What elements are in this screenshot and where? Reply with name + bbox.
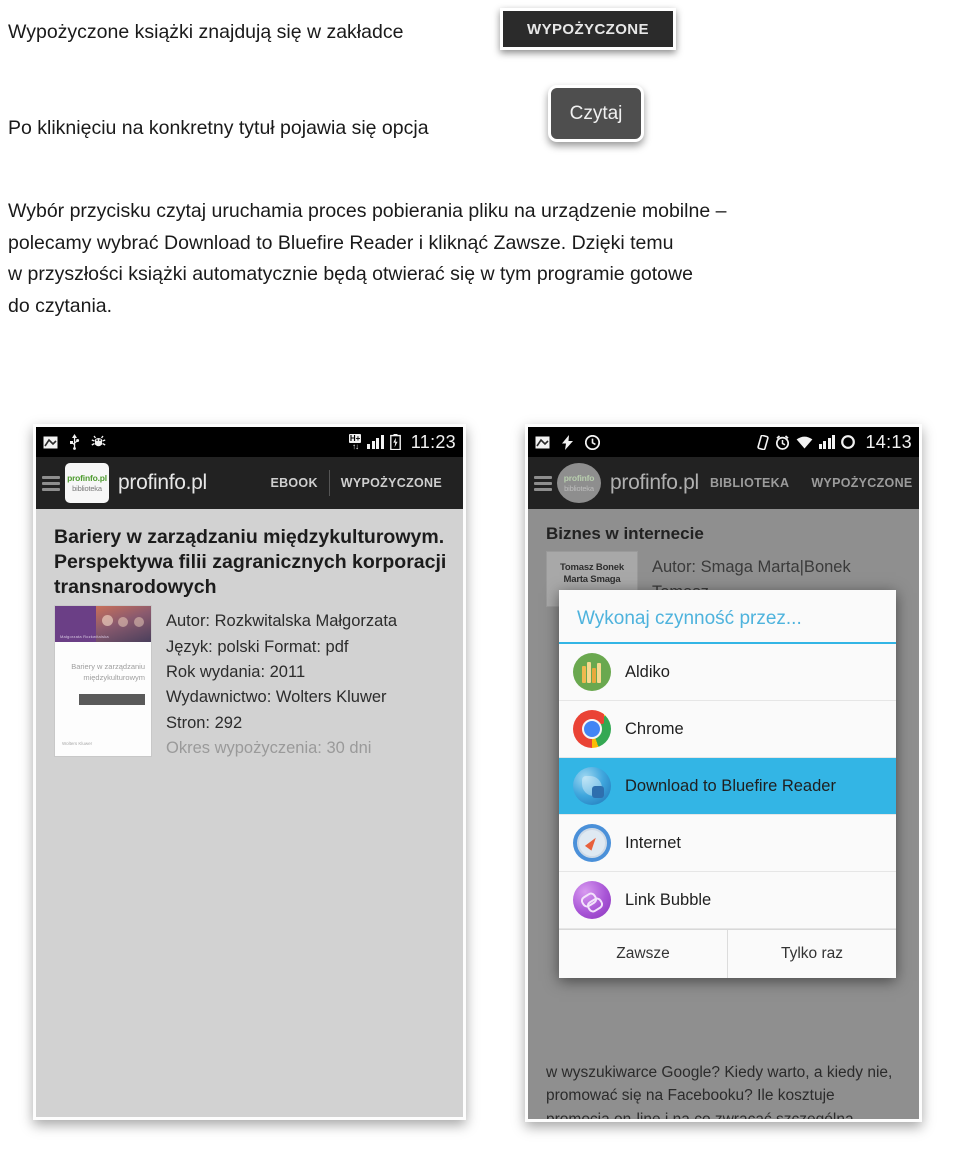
paragraph-2: Po kliknięciu na konkretny tytuł pojawia… — [8, 117, 429, 139]
book-detail-row: Małgorzata Rozkwitalska Bariery w zarząd… — [36, 605, 463, 761]
flash-icon — [561, 434, 574, 450]
paragraph-3-line-1: Wybór przycisku czytaj uruchamia proces … — [8, 200, 727, 222]
app-logo-line-2: biblioteka — [564, 483, 594, 493]
chrome-icon — [573, 710, 611, 748]
signal-bars-icon — [367, 435, 384, 449]
book-description-line-3: promocja on-line i na co zwracać szczegó… — [546, 1110, 854, 1122]
screenshot-icon — [43, 436, 58, 449]
app-logo-line-1: profinfo — [563, 473, 595, 483]
status-bar-right: 14:13 — [528, 427, 919, 457]
inline-badge-czytaj: Czytaj — [548, 85, 644, 142]
app-chooser-dialog: Wykonaj czynność przez... Aldiko Chrome … — [559, 590, 896, 978]
dialog-item-aldiko[interactable]: Aldiko — [559, 644, 896, 701]
tab-ebook[interactable]: EBOOK — [259, 476, 328, 490]
dialog-item-chrome[interactable]: Chrome — [559, 701, 896, 758]
paragraph-3: Wybór przycisku czytaj uruchamia proces … — [8, 196, 960, 322]
tab-wypozyczone[interactable]: WYPOŻYCZONE — [800, 476, 919, 490]
hamburger-menu-icon[interactable] — [534, 475, 552, 491]
book-cover-author-line: Małgorzata Rozkwitalska — [60, 634, 109, 640]
paragraph-1: Wypożyczone książki znajdują się w zakła… — [8, 21, 404, 43]
bluefire-reader-icon — [573, 767, 611, 805]
book-cover-title: Bariery w zarządzaniu międzykulturowym — [71, 662, 145, 683]
aldiko-icon — [573, 653, 611, 691]
battery-charging-icon — [389, 434, 401, 450]
book-cover-author-text: Tomasz Bonek Marta Smaga — [560, 561, 624, 585]
book-description-line-2: promować się na Facebooku? Ile kosztuje — [546, 1087, 835, 1105]
dialog-action-row: Zawsze Tylko raz — [559, 929, 896, 978]
book-title: Biznes w internecie — [546, 524, 704, 543]
dialog-item-internet[interactable]: Internet — [559, 815, 896, 872]
dialog-item-label: Chrome — [625, 719, 684, 738]
internet-browser-icon — [573, 824, 611, 862]
dialog-item-label: Aldiko — [625, 662, 670, 681]
dialog-item-label: Internet — [625, 833, 681, 852]
book-title: Bariery w zarządzaniu międzykulturowym. … — [54, 526, 447, 598]
book-meta-loan-period: Okres wypożyczenia: 30 dni — [166, 739, 372, 758]
phone-screenshot-left: H+ ↑↓ 11:23 profinfo.pl biblioteka profi… — [33, 424, 466, 1120]
book-cover-publisher: Wolters Kluwer — [62, 740, 93, 746]
status-bar-clock: 11:23 — [410, 431, 456, 452]
clock-icon — [585, 434, 600, 450]
book-meta-publisher: Wydawnictwo: Wolters Kluwer — [166, 688, 387, 707]
book-meta-year: Rok wydania: 2011 — [166, 663, 306, 682]
link-bubble-icon — [573, 881, 611, 919]
alarm-icon — [775, 434, 790, 450]
tab-biblioteka[interactable]: BIBLIOTEKA — [699, 476, 800, 490]
book-meta-language-format: Język: polski Format: pdf — [166, 637, 349, 656]
phone-screenshot-right: 14:13 profinfo biblioteka profinfo.pl BI… — [525, 424, 922, 1122]
paragraph-3-line-3: w przyszłości książki automatycznie będą… — [8, 263, 693, 286]
book-description-line-1: w wyszukiwarce Google? Kiedy warto, a ki… — [546, 1064, 893, 1081]
usb-icon — [69, 434, 80, 450]
paragraph-3-line-2: polecamy wybrać Download to Bluefire Rea… — [8, 231, 674, 254]
signal-bars-icon — [818, 435, 836, 449]
tab-wypozyczone[interactable]: WYPOŻYCZONE — [330, 476, 453, 490]
status-bar-clock: 14:13 — [865, 431, 912, 452]
dialog-once-button[interactable]: Tylko raz — [727, 930, 896, 978]
status-bar-left: H+ ↑↓ 11:23 — [36, 427, 463, 457]
content-area-left: Bariery w zarządzaniu międzykulturowym. … — [36, 509, 463, 1117]
paragraph-3-line-4: do czytania. — [8, 294, 113, 317]
app-bar-right: profinfo biblioteka profinfo.pl BIBLIOTE… — [528, 457, 919, 509]
data-arrows-icon: ↑↓ — [352, 441, 359, 451]
app-logo: profinfo biblioteka — [557, 463, 601, 503]
app-title: profinfo.pl — [118, 471, 207, 494]
hamburger-menu-icon[interactable] — [42, 475, 60, 491]
book-cover-band: Małgorzata Rozkwitalska — [55, 606, 151, 643]
book-cover-strip — [79, 694, 145, 706]
app-bar-left: profinfo.pl biblioteka profinfo.pl EBOOK… — [36, 457, 463, 509]
screenshot-icon — [535, 436, 550, 449]
book-meta-pages: Stron: 292 — [166, 713, 243, 732]
wifi-icon — [796, 436, 813, 449]
dialog-title: Wykonaj czynność przez... — [559, 590, 896, 644]
vibrate-icon — [757, 434, 769, 450]
page-root: Wypożyczone książki znajdują się w zakła… — [0, 0, 960, 1151]
book-cover-thumbnail: Małgorzata Rozkwitalska Bariery w zarząd… — [54, 605, 152, 758]
dialog-item-label: Link Bubble — [625, 890, 712, 909]
dialog-item-bluefire-reader[interactable]: Download to Bluefire Reader — [559, 758, 896, 815]
book-meta-author: Autor: Rozkwitalska Małgorzata — [166, 612, 398, 631]
hsdpa-data-icon: H+ ↑↓ — [348, 433, 362, 451]
app-title: profinfo.pl — [610, 471, 699, 494]
circle-icon — [841, 435, 856, 449]
inline-badge-wypozyczone: WYPOŻYCZONE — [500, 8, 676, 50]
dialog-item-link-bubble[interactable]: Link Bubble — [559, 872, 896, 929]
book-description: w wyszukiwarce Google? Kiedy warto, a ki… — [546, 1061, 905, 1122]
app-logo: profinfo.pl biblioteka — [65, 463, 109, 503]
dialog-item-label: Download to Bluefire Reader — [625, 776, 836, 795]
dialog-always-button[interactable]: Zawsze — [559, 930, 727, 978]
android-debug-icon — [91, 435, 106, 449]
app-logo-line-2: biblioteka — [72, 483, 102, 493]
book-metadata-list: Autor: Rozkwitalska Małgorzata Język: po… — [166, 605, 397, 761]
app-logo-line-1: profinfo.pl — [67, 473, 107, 483]
